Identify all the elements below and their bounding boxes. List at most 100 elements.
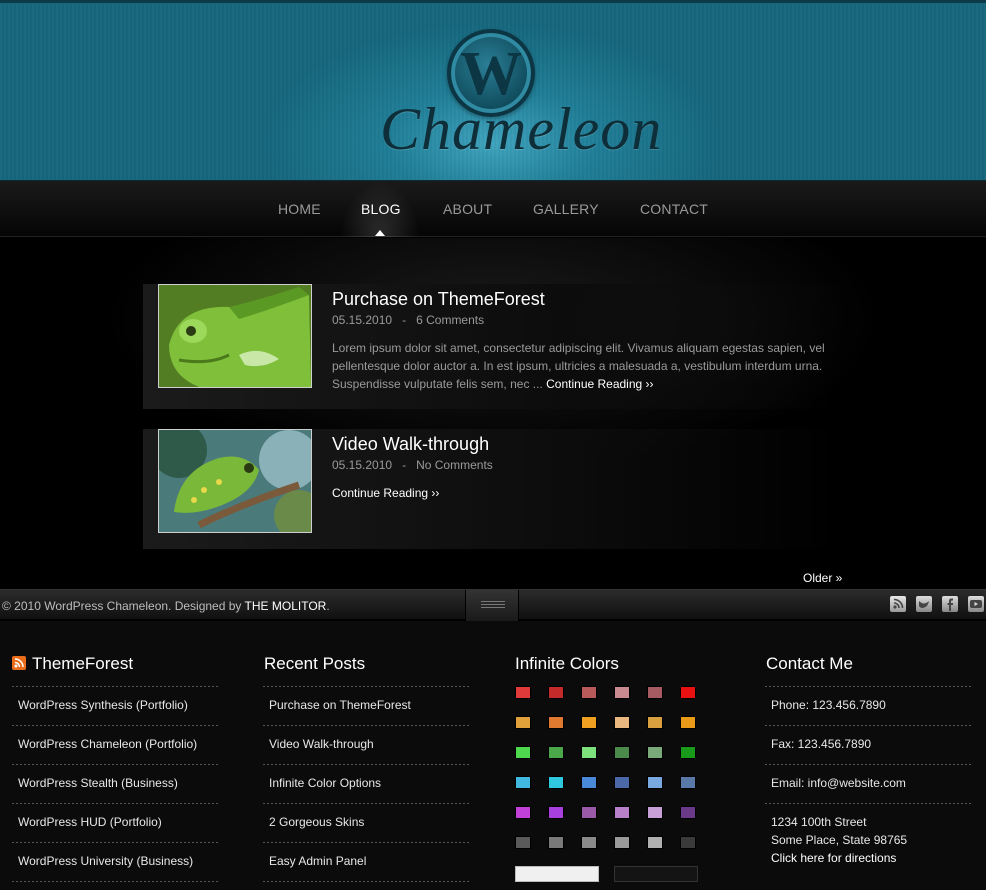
dark-skin-swatch[interactable]	[614, 866, 698, 882]
recent-post-link[interactable]: Infinite Color Options	[269, 774, 381, 792]
recent-post-link[interactable]: Purchase on ThemeForest	[269, 696, 411, 714]
footer-bar: © 2010 WordPress Chameleon. Designed by …	[0, 589, 986, 621]
color-swatch[interactable]	[614, 776, 630, 789]
nav-item-home[interactable]: HOME	[278, 201, 321, 217]
color-swatch[interactable]	[548, 836, 564, 849]
rss-icon[interactable]	[12, 656, 26, 670]
color-swatch[interactable]	[515, 686, 531, 699]
color-swatch[interactable]	[680, 686, 696, 699]
color-swatch[interactable]	[515, 716, 531, 729]
color-swatch[interactable]	[581, 686, 597, 699]
color-swatch[interactable]	[647, 836, 663, 849]
color-swatch[interactable]	[548, 686, 564, 699]
color-swatch[interactable]	[614, 746, 630, 759]
contact-phone: Phone: 123.456.7890	[771, 698, 886, 712]
directions-link[interactable]: Click here for directions	[771, 849, 896, 867]
older-posts-link[interactable]: Older »	[803, 571, 842, 585]
recent-post-link[interactable]: Easy Admin Panel	[269, 852, 366, 870]
post-meta: 05.15.2010 - 6 Comments	[332, 313, 484, 327]
divider	[765, 686, 971, 687]
nav-item-gallery[interactable]: GALLERY	[533, 201, 599, 217]
nav-item-contact[interactable]: CONTACT	[640, 201, 708, 217]
post-title[interactable]: Video Walk-through	[332, 434, 489, 455]
color-swatch[interactable]	[614, 836, 630, 849]
nav-active-arrow-icon	[375, 230, 385, 236]
twitter-icon[interactable]	[916, 596, 932, 612]
color-swatch[interactable]	[647, 746, 663, 759]
widget-link[interactable]: WordPress HUD (Portfolio)	[18, 813, 162, 831]
facebook-icon[interactable]	[942, 596, 958, 612]
color-swatch[interactable]	[548, 746, 564, 759]
recent-post-link[interactable]: 2 Gorgeous Skins	[269, 813, 364, 831]
divider	[12, 686, 218, 687]
continue-reading-link[interactable]: Continue Reading ››	[546, 377, 653, 391]
color-swatch[interactable]	[581, 836, 597, 849]
color-swatch[interactable]	[680, 836, 696, 849]
post-title[interactable]: Purchase on ThemeForest	[332, 289, 545, 310]
color-swatch[interactable]	[614, 716, 630, 729]
color-swatch[interactable]	[581, 716, 597, 729]
color-swatch[interactable]	[515, 836, 531, 849]
color-swatch[interactable]	[548, 806, 564, 819]
widget-link[interactable]: WordPress Synthesis (Portfolio)	[18, 696, 188, 714]
widget-link[interactable]: WordPress Stealth (Business)	[18, 774, 178, 792]
color-swatch[interactable]	[548, 716, 564, 729]
contact-email[interactable]: Email: info@website.com	[771, 774, 906, 792]
post-meta: 05.15.2010 - No Comments	[332, 458, 493, 472]
nav-item-about[interactable]: ABOUT	[443, 201, 492, 217]
post-thumbnail[interactable]	[158, 284, 312, 388]
contact-street: 1234 100th Street	[771, 815, 867, 829]
color-swatch[interactable]	[548, 776, 564, 789]
color-swatch[interactable]	[614, 806, 630, 819]
post-card: Video Walk-through 05.15.2010 - No Comme…	[143, 429, 843, 549]
copyright-text: © 2010 WordPress Chameleon. Designed by	[2, 599, 242, 613]
color-swatch[interactable]	[647, 716, 663, 729]
divider	[12, 842, 218, 843]
copyright-period: .	[326, 599, 330, 613]
color-swatch[interactable]	[647, 806, 663, 819]
designer-link[interactable]: THE MOLITOR	[245, 599, 327, 613]
site-header: W Chameleon	[0, 0, 986, 181]
color-swatch[interactable]	[515, 776, 531, 789]
post-date: 05.15.2010	[332, 458, 393, 472]
widget-title: Recent Posts	[264, 654, 366, 673]
post-thumbnail[interactable]	[158, 429, 312, 533]
post-comments-link[interactable]: No Comments	[416, 458, 493, 472]
divider	[12, 881, 218, 882]
divider	[12, 803, 218, 804]
color-swatch[interactable]	[680, 716, 696, 729]
contact-city: Some Place, State 98765	[771, 833, 908, 847]
rss-icon[interactable]	[890, 596, 906, 612]
color-swatch[interactable]	[614, 686, 630, 699]
drag-handle-icon[interactable]	[465, 590, 519, 621]
light-skin-swatch[interactable]	[515, 866, 599, 882]
site-logo-text[interactable]: Chameleon	[380, 95, 661, 164]
color-swatch[interactable]	[581, 776, 597, 789]
divider	[12, 725, 218, 726]
widget-title: ThemeForest	[12, 654, 133, 674]
divider	[263, 725, 469, 726]
color-swatch[interactable]	[515, 746, 531, 759]
color-swatch[interactable]	[515, 806, 531, 819]
divider	[263, 764, 469, 765]
meta-separator: -	[395, 458, 413, 472]
widget-title: Infinite Colors	[515, 654, 619, 673]
color-swatch[interactable]	[581, 806, 597, 819]
post-date: 05.15.2010	[332, 313, 393, 327]
color-swatch[interactable]	[647, 686, 663, 699]
color-swatch[interactable]	[680, 806, 696, 819]
divider	[263, 881, 469, 882]
widget-link[interactable]: WordPress Chameleon (Portfolio)	[18, 735, 197, 753]
nav-item-blog[interactable]: BLOG	[361, 201, 401, 217]
divider	[765, 764, 971, 765]
color-swatch[interactable]	[680, 746, 696, 759]
youtube-icon[interactable]	[968, 596, 984, 612]
recent-post-link[interactable]: Video Walk-through	[269, 735, 374, 753]
color-swatch[interactable]	[647, 776, 663, 789]
post-card: Purchase on ThemeForest 05.15.2010 - 6 C…	[143, 284, 843, 409]
color-swatch[interactable]	[680, 776, 696, 789]
continue-reading-link[interactable]: Continue Reading ››	[332, 486, 439, 500]
post-comments-link[interactable]: 6 Comments	[416, 313, 484, 327]
color-swatch[interactable]	[581, 746, 597, 759]
widget-link[interactable]: WordPress University (Business)	[18, 852, 193, 870]
